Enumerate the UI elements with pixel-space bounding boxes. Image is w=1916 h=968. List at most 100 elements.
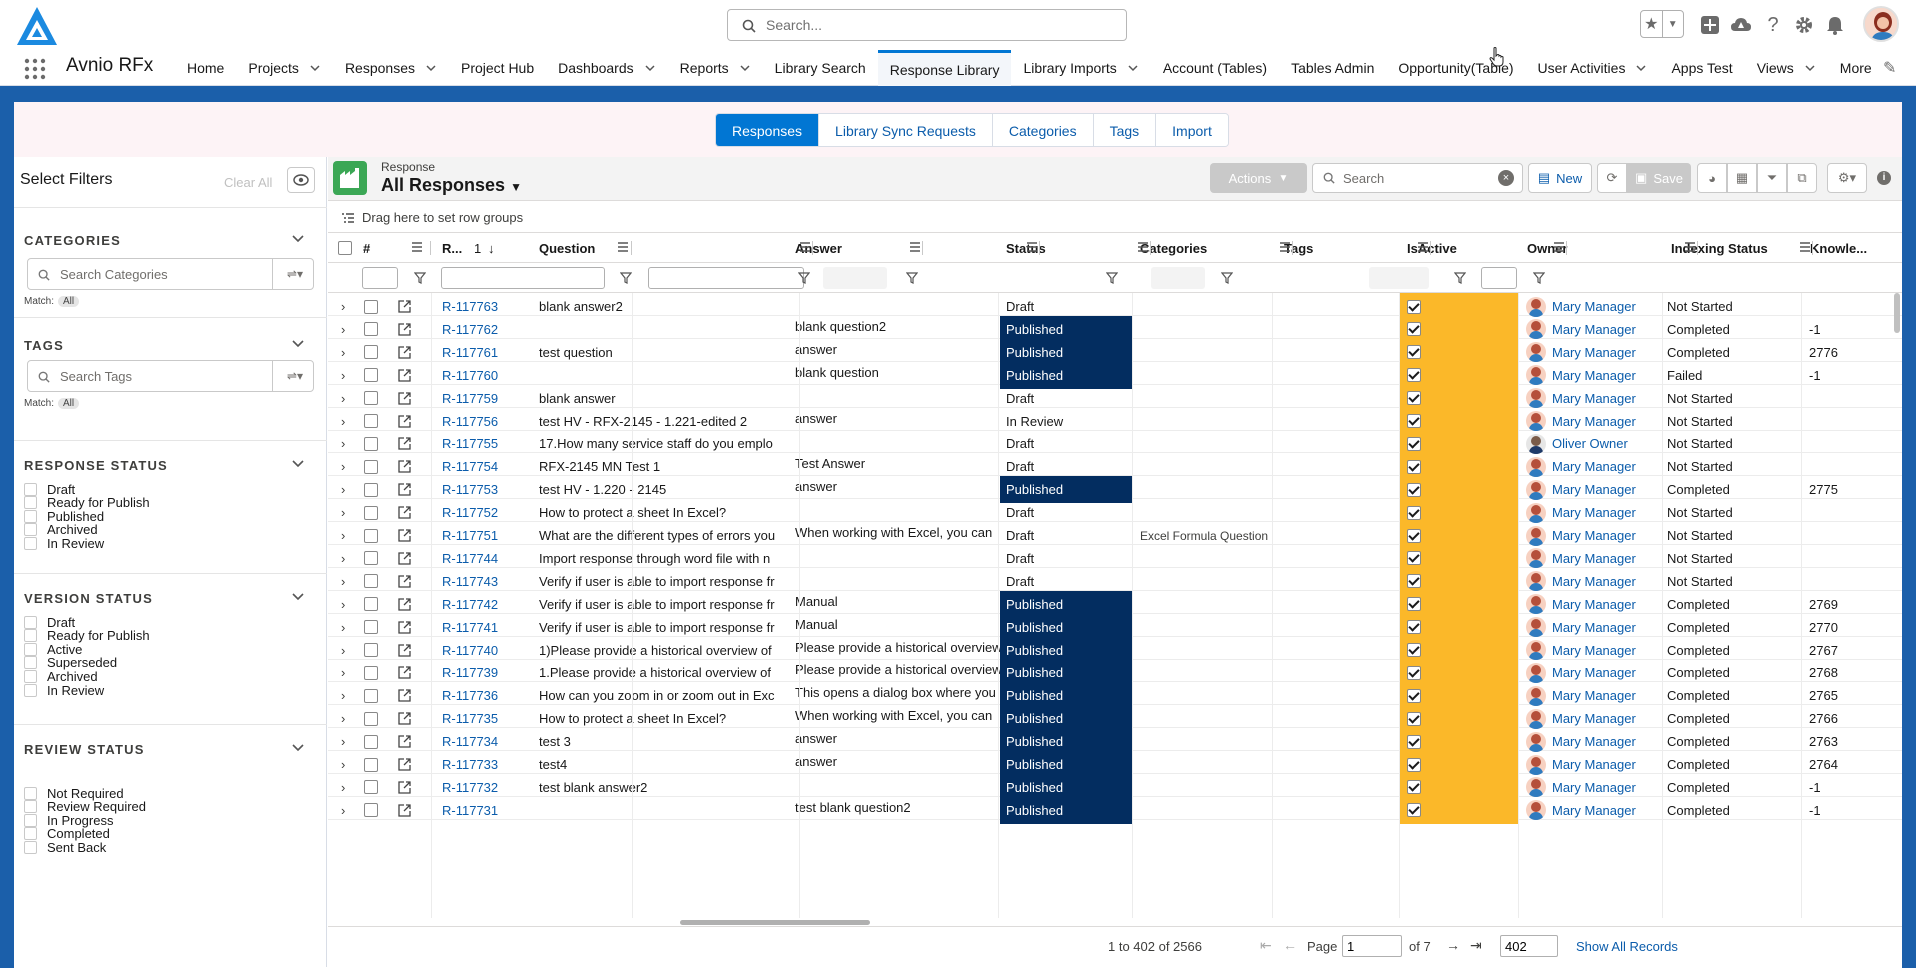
subtab-tags[interactable]: Tags: [1093, 114, 1157, 146]
column-resize-handle[interactable]: [1812, 241, 1813, 255]
filter-checkbox[interactable]: [24, 496, 37, 510]
nav-item-user-activities[interactable]: User Activities: [1526, 50, 1660, 86]
trailhead-icon[interactable]: [1728, 12, 1754, 38]
answer-cell[interactable]: test blank question2: [791, 797, 1001, 824]
filter-checkbox[interactable]: [24, 683, 37, 697]
table-row[interactable]: › R-117732 test blank answer2 Published Mary…: [328, 773, 1902, 801]
first-page-icon[interactable]: ⇤: [1260, 937, 1272, 954]
column-resize-handle[interactable]: [631, 241, 632, 255]
owner-link[interactable]: Mary Manager: [1552, 757, 1636, 772]
isactive-checkbox[interactable]: [1407, 368, 1421, 383]
chevron-down-icon[interactable]: [425, 62, 437, 74]
column-menu-icon[interactable]: [1799, 241, 1811, 253]
owner-link[interactable]: Mary Manager: [1552, 711, 1636, 726]
column-resize-handle[interactable]: [1430, 241, 1431, 255]
gear-icon[interactable]: [1791, 12, 1817, 38]
nav-item-reports[interactable]: Reports: [668, 50, 763, 86]
next-page-icon[interactable]: →: [1446, 937, 1460, 953]
owner-link[interactable]: Mary Manager: [1552, 391, 1636, 406]
isactive-checkbox[interactable]: [1407, 597, 1421, 612]
filter-checkbox[interactable]: [24, 786, 37, 800]
page-number-input[interactable]: [1342, 935, 1402, 957]
nav-item-tables-admin[interactable]: Tables Admin: [1279, 50, 1386, 86]
favorites-button[interactable]: ★ ▼: [1640, 10, 1684, 38]
isactive-checkbox[interactable]: [1407, 803, 1421, 818]
owner-link[interactable]: Mary Manager: [1552, 551, 1636, 566]
column-filter-input[interactable]: [1151, 267, 1205, 289]
column-resize-handle[interactable]: [812, 241, 813, 255]
filter-icon[interactable]: [798, 272, 810, 284]
chevron-down-icon[interactable]: [1127, 62, 1139, 74]
chevron-down-icon[interactable]: [1804, 62, 1816, 74]
isactive-checkbox[interactable]: [1407, 688, 1421, 703]
owner-cell[interactable]: Mary Manager: [1526, 797, 1656, 824]
nav-item-views[interactable]: Views: [1745, 50, 1828, 86]
table-row[interactable]: › R-117739 1.Please provide a historical o…: [328, 659, 1902, 687]
col-question[interactable]: Question: [539, 233, 595, 263]
table-row[interactable]: › R-117740 1)Please provide a historical o…: [328, 636, 1902, 664]
grid-search-input[interactable]: Search ×: [1312, 163, 1523, 193]
page-size-input[interactable]: [1500, 935, 1558, 957]
clear-all-link[interactable]: Clear All: [224, 175, 272, 190]
table-row[interactable]: › R-117754 RFX-2145 MN Test 1 Test Answer Dr…: [328, 453, 1902, 481]
isactive-checkbox[interactable]: [1407, 459, 1421, 474]
table-view-button[interactable]: ▦: [1727, 163, 1757, 193]
subtab-import[interactable]: Import: [1156, 114, 1228, 146]
isactive-checkbox[interactable]: [1407, 436, 1421, 451]
filter-option[interactable]: In Review: [24, 682, 104, 698]
status-cell[interactable]: Published: [1000, 796, 1132, 824]
table-row[interactable]: › R-117759 blank answer Draft Mary Manager No…: [328, 384, 1902, 412]
nav-item-library-search[interactable]: Library Search: [763, 50, 878, 86]
nav-item-apps-test[interactable]: Apps Test: [1659, 50, 1744, 86]
isactive-checkbox[interactable]: [1407, 734, 1421, 749]
column-menu-icon[interactable]: [1553, 241, 1565, 253]
table-row[interactable]: › R-117733 test4 answer Published Mary Manage…: [328, 751, 1902, 778]
filter-checkbox[interactable]: [24, 642, 37, 656]
chevron-down-icon[interactable]: [291, 232, 305, 246]
nav-item-responses[interactable]: Responses: [333, 50, 449, 86]
table-row[interactable]: › R-117761 test question answer Published Mar…: [328, 338, 1902, 366]
owner-link[interactable]: Mary Manager: [1552, 734, 1636, 749]
clear-search-icon[interactable]: ×: [1498, 170, 1514, 186]
help-icon[interactable]: ?: [1760, 12, 1786, 38]
last-page-icon[interactable]: ⇥: [1470, 937, 1482, 954]
select-all-checkbox[interactable]: [338, 241, 352, 255]
filter-checkbox[interactable]: [24, 536, 37, 550]
knowledge-cell[interactable]: -1: [1809, 797, 1889, 824]
global-search-input[interactable]: Search...: [727, 9, 1127, 41]
table-row[interactable]: › R-117742 Verify if user is able to impor…: [328, 590, 1902, 618]
filter-icon[interactable]: [906, 272, 918, 284]
column-resize-handle[interactable]: [1150, 241, 1151, 255]
chevron-down-icon[interactable]: [291, 457, 305, 471]
owner-link[interactable]: Mary Manager: [1552, 665, 1636, 680]
global-actions-icon[interactable]: [1697, 12, 1723, 38]
owner-link[interactable]: Mary Manager: [1552, 482, 1636, 497]
question-cell[interactable]: [539, 797, 789, 824]
filter-button[interactable]: ⏷: [1757, 163, 1787, 193]
chevron-down-icon[interactable]: [739, 62, 751, 74]
nav-item-more[interactable]: More: [1828, 50, 1884, 86]
column-menu-icon[interactable]: [1137, 241, 1149, 253]
save-button[interactable]: ▣ Save: [1627, 163, 1691, 193]
owner-link[interactable]: Mary Manager: [1552, 528, 1636, 543]
open-record-icon[interactable]: [398, 797, 412, 824]
owner-link[interactable]: Mary Manager: [1552, 368, 1636, 383]
filter-icon[interactable]: [620, 272, 632, 284]
col-isactive[interactable]: IsActive: [1407, 233, 1457, 263]
filter-checkbox[interactable]: [24, 800, 37, 814]
column-resize-handle[interactable]: [430, 241, 431, 255]
app-launcher-icon[interactable]: [24, 58, 46, 80]
column-menu-icon[interactable]: [1684, 241, 1696, 253]
table-row[interactable]: › R-117744 Import response through word fi…: [328, 544, 1902, 572]
chevron-down-icon[interactable]: ▼: [1661, 11, 1684, 37]
owner-link[interactable]: Mary Manager: [1552, 780, 1636, 795]
chevron-down-icon[interactable]: [291, 741, 305, 755]
column-menu-icon[interactable]: [1026, 241, 1038, 253]
vertical-scrollbar[interactable]: [1894, 293, 1900, 333]
nav-item-dashboards[interactable]: Dashboards: [546, 50, 668, 86]
nav-item-account-tables[interactable]: Account (Tables): [1151, 50, 1279, 86]
filter-option[interactable]: In Review: [24, 535, 104, 551]
filter-checkbox[interactable]: [24, 629, 37, 643]
row-group-panel[interactable]: Drag here to set row groups: [328, 203, 1902, 233]
column-menu-icon[interactable]: [1279, 241, 1291, 253]
